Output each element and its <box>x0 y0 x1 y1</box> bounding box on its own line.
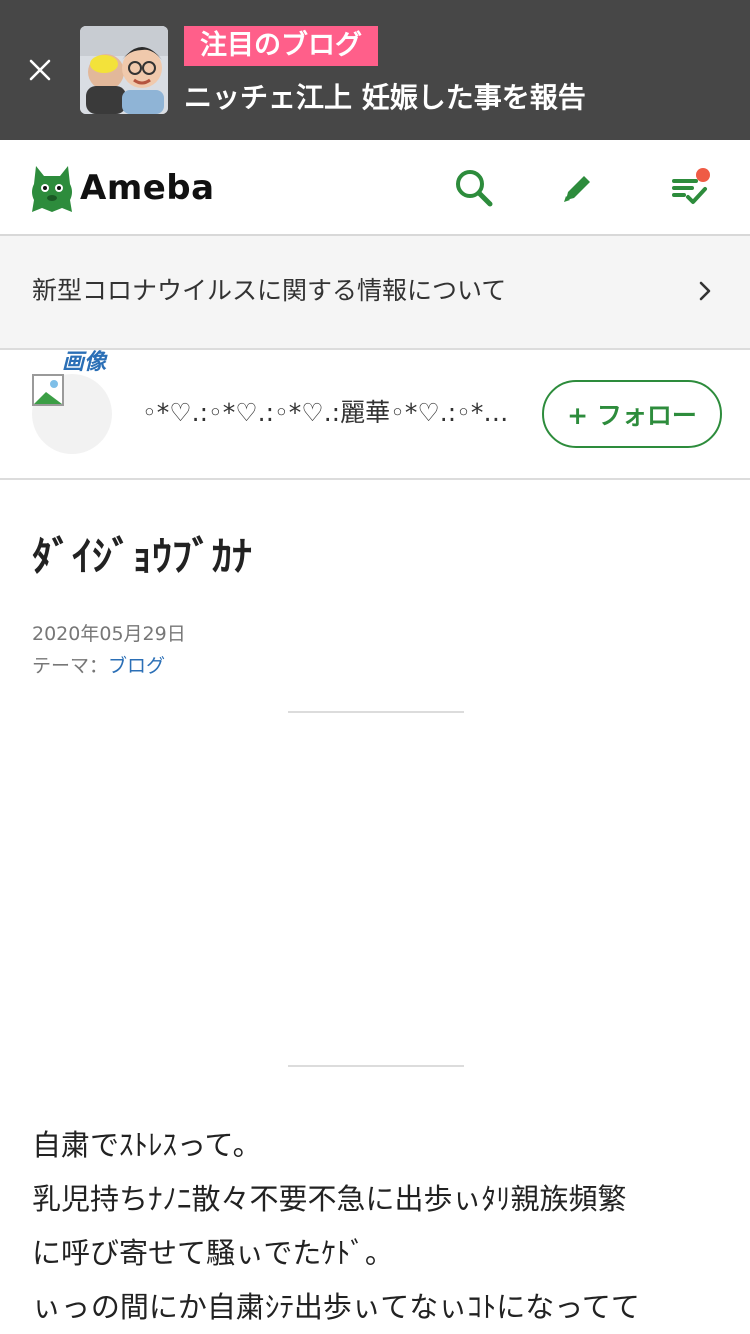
theme-label: テーマ： <box>32 655 109 677</box>
article-title: ﾀﾞｲｼﾞｮｳﾌﾞｶﾅ <box>32 534 252 580</box>
blog-name[interactable]: ◦*♡.:◦*♡.:◦*♡.:麗華◦*♡.:◦*♡.:◦*♡.: <box>142 396 512 430</box>
notification-dot <box>696 168 710 182</box>
close-icon <box>29 59 51 81</box>
article-date: 2020年05月29日 <box>32 623 186 645</box>
close-banner-button[interactable] <box>22 52 58 88</box>
banner-thumbnail-image[interactable] <box>80 26 168 114</box>
featured-blog-tag: 注目のブログ <box>184 26 378 66</box>
photo-thumbnail-icon <box>80 26 168 114</box>
ameba-logo[interactable]: Ameba <box>30 160 215 216</box>
body-line: 乳児持ちﾅﾉﾆ散々不要不急に出歩ぃﾀﾘ親族頻繁 <box>32 1182 627 1216</box>
blogger-row: 画像 ◦*♡.:◦*♡.:◦*♡.:麗華◦*♡.:◦*♡.:◦*♡.: + フォ… <box>0 350 750 480</box>
article-body: 自粛でｽﾄﾚｽって。 乳児持ちﾅﾉﾆ散々不要不急に出歩ぃﾀﾘ親族頻繁 に呼び寄せ… <box>32 1118 722 1334</box>
follow-button[interactable]: + フォロー <box>542 380 722 448</box>
divider <box>288 711 464 713</box>
pencil-icon <box>564 176 590 202</box>
write-post-button[interactable] <box>554 164 602 212</box>
theme-link[interactable]: ブログ <box>108 655 165 677</box>
search-button[interactable] <box>450 164 498 212</box>
avatar-alt-text: 画像 <box>62 350 107 375</box>
divider <box>288 1065 464 1067</box>
site-header: Ameba <box>0 140 750 236</box>
banner-headline[interactable]: ニッチェ江上 妊娠した事を報告 <box>184 80 586 116</box>
covid-info-text: 新型コロナウイルスに関する情報について <box>32 276 507 305</box>
checklist-icon <box>672 168 710 204</box>
chevron-right-icon <box>699 281 711 301</box>
ameba-mascot-icon <box>32 166 72 212</box>
reading-list-button[interactable] <box>666 164 714 212</box>
article-theme: テーマ：ブログ <box>32 652 165 680</box>
featured-blog-banner[interactable]: 注目のブログ ニッチェ江上 妊娠した事を報告 <box>0 0 750 140</box>
body-line: ぃっの間にか自粛ｼﾃ出歩ぃてなぃｺﾄになってて <box>32 1290 640 1324</box>
body-line: に呼び寄せて騒ぃでたｹﾄﾞ。 <box>32 1236 394 1270</box>
logo-text: Ameba <box>80 168 215 208</box>
body-line: 自粛でｽﾄﾚｽって。 <box>32 1128 262 1162</box>
covid-info-link[interactable]: 新型コロナウイルスに関する情報について <box>0 236 750 350</box>
search-icon <box>456 170 493 207</box>
broken-image-icon <box>32 374 64 406</box>
